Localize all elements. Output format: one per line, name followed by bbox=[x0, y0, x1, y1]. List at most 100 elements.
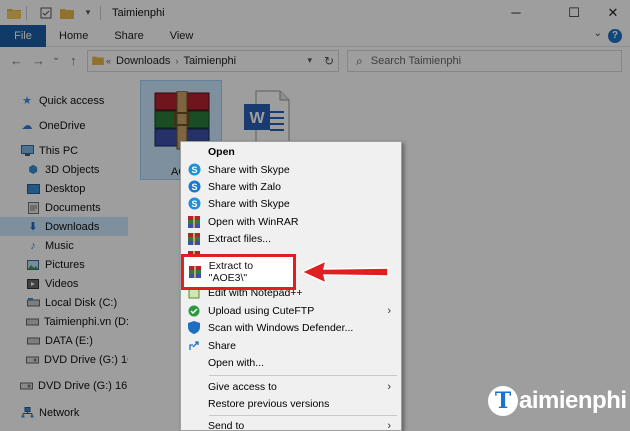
menu-item-label: Scan with Windows Defender... bbox=[208, 321, 354, 334]
sidebar-item-disk-e[interactable]: DATA (E:) bbox=[0, 331, 128, 350]
menu-item-share-skype-2[interactable]: S Share with Skype bbox=[181, 195, 401, 213]
back-button[interactable]: ← bbox=[10, 53, 23, 68]
tab-view[interactable]: View bbox=[157, 25, 207, 47]
menu-item-label: Open bbox=[208, 145, 235, 158]
menu-item-label: Give access to bbox=[208, 380, 277, 393]
minimize-button[interactable]: ─ bbox=[493, 0, 539, 25]
skype-icon: S bbox=[187, 163, 201, 176]
sidebar-item-desktop[interactable]: Desktop bbox=[0, 179, 128, 198]
watermark-logo: T bbox=[488, 386, 518, 416]
menu-item-scan-defender[interactable]: Scan with Windows Defender... bbox=[181, 319, 401, 337]
sidebar-item-disk-d[interactable]: Taimienphi.vn (D:) bbox=[0, 312, 133, 331]
menu-separator bbox=[209, 415, 397, 416]
properties-icon[interactable] bbox=[39, 6, 53, 20]
menu-item-share-zalo[interactable]: S Share with Zalo bbox=[181, 178, 401, 196]
breadcrumb-taimienphi[interactable]: Taimienphi bbox=[183, 55, 236, 67]
tab-file[interactable]: File bbox=[0, 24, 46, 47]
sidebar-item-documents[interactable]: Documents bbox=[0, 198, 128, 217]
new-folder-icon[interactable] bbox=[60, 6, 74, 20]
highlight-box bbox=[181, 254, 296, 290]
sidebar-item-dvd-drive[interactable]: DVD Drive (G:) 16.0. bbox=[0, 350, 145, 369]
search-box[interactable]: ⌕ Search Taimienphi bbox=[347, 50, 622, 72]
zalo-icon: S bbox=[187, 180, 201, 193]
sidebar-item-onedrive[interactable]: ☁ OneDrive bbox=[0, 116, 128, 135]
folder-icon bbox=[92, 55, 104, 68]
submenu-arrow-icon: › bbox=[387, 304, 391, 317]
breadcrumb-downloads[interactable]: Downloads bbox=[116, 55, 170, 67]
folder-icon bbox=[7, 6, 21, 20]
expand-ribbon-icon[interactable]: ⌄ bbox=[594, 28, 602, 39]
computer-icon bbox=[20, 145, 34, 157]
menu-item-label: Send to bbox=[208, 419, 245, 431]
menu-item-extract-files[interactable]: Extract files... bbox=[181, 230, 401, 248]
watermark-text: aimienphi bbox=[519, 387, 627, 414]
sidebar-item-label: Documents bbox=[45, 201, 101, 214]
menu-item-restore-versions[interactable]: Restore previous versions bbox=[181, 395, 401, 413]
music-icon: ♪ bbox=[30, 239, 36, 252]
forward-button[interactable]: → bbox=[32, 53, 45, 68]
sidebar-item-quick-access[interactable]: ★ Quick access bbox=[0, 91, 128, 110]
address-dropdown-icon[interactable]: ▾ bbox=[307, 55, 312, 66]
overflow-chevron-icon[interactable]: « bbox=[106, 56, 111, 66]
tab-home[interactable]: Home bbox=[46, 25, 101, 47]
refresh-icon[interactable]: ↻ bbox=[324, 54, 334, 68]
menu-item-give-access[interactable]: Give access to › bbox=[181, 378, 401, 396]
submenu-arrow-icon: › bbox=[387, 380, 391, 393]
sidebar-item-label: Music bbox=[45, 239, 74, 252]
sidebar-item-3d-objects[interactable]: ⬢ 3D Objects bbox=[0, 160, 128, 179]
menu-item-open-with[interactable]: Open with... bbox=[181, 354, 401, 372]
sidebar-item-videos[interactable]: Videos bbox=[0, 274, 128, 293]
tab-share[interactable]: Share bbox=[101, 25, 156, 47]
menu-item-open-winrar[interactable]: Open with WinRAR bbox=[181, 213, 401, 231]
winrar-icon bbox=[187, 232, 201, 245]
sidebar-item-this-pc[interactable]: This PC bbox=[0, 141, 128, 160]
menu-item-upload-cuteftp[interactable]: Upload using CuteFTP › bbox=[181, 302, 401, 320]
sidebar-item-label: This PC bbox=[39, 144, 79, 157]
address-row: ← → ⌄ ↑ « Downloads › Taimienphi ▾ ↻ ⌕ S… bbox=[0, 47, 630, 75]
address-bar[interactable]: « Downloads › Taimienphi ▾ ↻ bbox=[87, 50, 339, 72]
submenu-arrow-icon: › bbox=[387, 419, 391, 431]
recent-locations-button[interactable]: ⌄ bbox=[52, 52, 60, 63]
sidebar-item-dvd-drive-root[interactable]: DVD Drive (G:) 16.0.9( bbox=[0, 376, 149, 395]
disk-icon bbox=[26, 335, 40, 347]
title-separator bbox=[26, 5, 27, 20]
menu-item-send-to[interactable]: Send to › bbox=[181, 417, 401, 431]
breadcrumb-separator-icon: › bbox=[175, 56, 179, 66]
cuteftp-icon bbox=[187, 304, 201, 317]
menu-item-label: Extract files... bbox=[208, 232, 272, 245]
menu-item-share-skype[interactable]: S Share with Skype bbox=[181, 161, 401, 179]
sidebar-item-label: Quick access bbox=[39, 94, 105, 107]
help-icon[interactable]: ? bbox=[608, 29, 622, 43]
watermark: T aimienphi bbox=[488, 386, 627, 416]
menu-item-label: Share with Skype bbox=[208, 163, 290, 176]
menu-item-label: Share with Skype bbox=[208, 197, 290, 210]
menu-separator bbox=[209, 375, 397, 376]
up-button[interactable]: ↑ bbox=[70, 53, 77, 68]
dvd-icon bbox=[26, 354, 39, 366]
sidebar-item-music[interactable]: ♪ Music bbox=[0, 236, 128, 255]
close-button[interactable]: ✕ bbox=[590, 0, 630, 25]
sidebar-item-downloads[interactable]: ⬇ Downloads bbox=[0, 217, 128, 236]
sidebar-item-pictures[interactable]: Pictures bbox=[0, 255, 128, 274]
customize-toolbar-icon[interactable]: ▾ bbox=[81, 6, 95, 20]
menu-item-share[interactable]: Share bbox=[181, 337, 401, 355]
sidebar-item-label: OneDrive bbox=[39, 119, 86, 132]
menu-item-open[interactable]: Open bbox=[181, 143, 401, 161]
sidebar-item-label: Videos bbox=[45, 277, 79, 290]
menu-item-label: Open with... bbox=[208, 356, 265, 369]
file-item-doc[interactable]: W bbox=[244, 90, 290, 146]
menu-item-label: Share with Zalo bbox=[208, 180, 281, 193]
svg-text:S: S bbox=[191, 182, 197, 192]
sidebar-item-label: Desktop bbox=[45, 182, 86, 195]
sidebar-item-local-disk-c[interactable]: Local Disk (C:) bbox=[0, 293, 128, 312]
sidebar-item-network[interactable]: Network bbox=[0, 403, 128, 422]
search-placeholder: Search Taimienphi bbox=[370, 55, 462, 67]
menu-item-label: Open with WinRAR bbox=[208, 215, 299, 228]
download-icon: ⬇ bbox=[28, 221, 38, 233]
menu-item-label: Share bbox=[208, 339, 237, 352]
menu-item-label: Upload using CuteFTP bbox=[208, 304, 315, 317]
navigation-pane: ★ Quick access ☁ OneDrive This PC ⬢ 3D Obje… bbox=[0, 75, 149, 431]
cloud-icon: ☁ bbox=[21, 120, 33, 132]
pictures-icon bbox=[26, 259, 40, 271]
menu-item-label: Restore previous versions bbox=[208, 397, 330, 410]
